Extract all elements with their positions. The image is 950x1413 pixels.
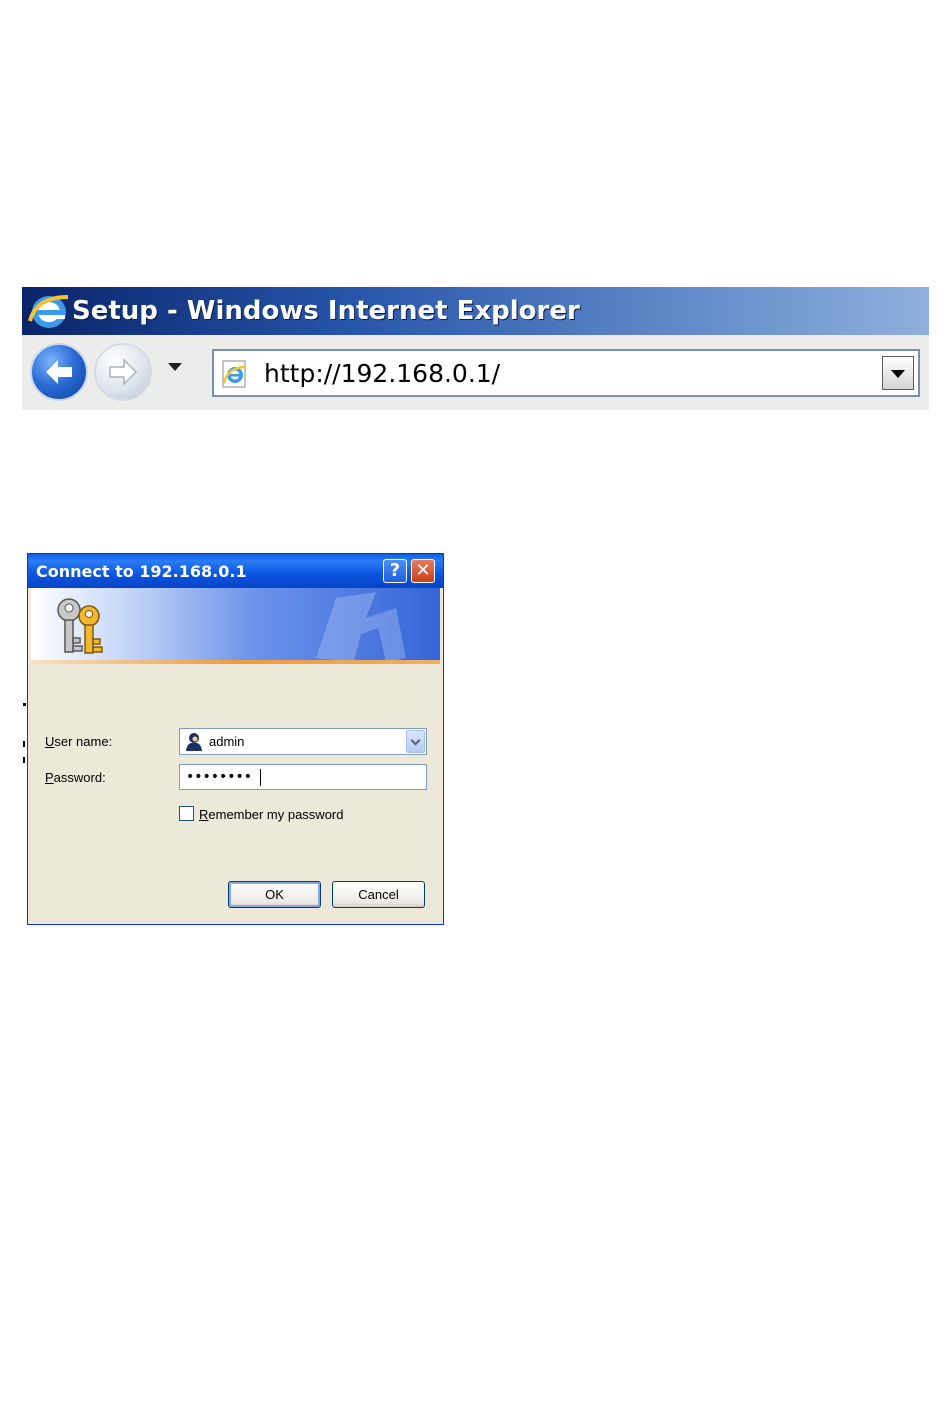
user-name-combobox[interactable]: admin [179, 728, 427, 755]
password-label-text: assword: [53, 770, 106, 785]
help-button[interactable]: ? [383, 559, 407, 583]
text-caret [260, 769, 261, 786]
back-button[interactable] [30, 343, 88, 401]
close-button[interactable]: ✕ [411, 559, 435, 583]
password-value[interactable]: •••••••• [186, 768, 252, 786]
remember-accesskey: R [199, 807, 209, 822]
browser-window: Setup - Windows Internet Explorer http:/… [22, 287, 929, 410]
remember-password-checkbox[interactable] [179, 806, 194, 821]
stray-mark [23, 757, 25, 763]
cancel-button[interactable]: Cancel [332, 881, 425, 908]
stray-mark [23, 741, 25, 747]
password-label: Password: [45, 770, 106, 785]
user-name-value[interactable]: admin [209, 734, 244, 749]
forward-arrow-icon [109, 358, 138, 386]
user-icon [185, 732, 203, 757]
forward-button[interactable] [94, 343, 152, 401]
ie-logo-icon [28, 291, 70, 335]
history-dropdown-button[interactable] [168, 363, 182, 371]
dialog-title: Connect to 192.168.0.1 [36, 562, 247, 581]
ie-page-icon [220, 359, 250, 393]
user-name-label: User name: [45, 734, 112, 749]
stray-mark [23, 703, 26, 706]
user-name-label-text: ser name: [54, 734, 113, 749]
address-bar[interactable]: http://192.168.0.1/ [212, 349, 920, 397]
navigation-bar: http://192.168.0.1/ [22, 335, 929, 410]
address-dropdown-button[interactable] [882, 356, 914, 390]
user-name-dropdown-button[interactable] [406, 730, 425, 753]
banner-stripe [31, 660, 440, 664]
remember-password-label[interactable]: Remember my password [199, 807, 344, 822]
browser-title-bar: Setup - Windows Internet Explorer [22, 287, 929, 335]
login-dialog: Connect to 192.168.0.1 ? ✕ User name: ad… [27, 553, 444, 925]
browser-title: Setup - Windows Internet Explorer [72, 296, 580, 326]
dialog-banner [31, 588, 440, 664]
user-name-accesskey: U [45, 734, 55, 749]
password-accesskey: P [45, 770, 54, 785]
back-arrow-icon [46, 360, 72, 384]
watermark-icon [306, 588, 436, 664]
password-input[interactable]: •••••••• [179, 764, 427, 790]
keys-icon [49, 594, 111, 663]
address-url[interactable]: http://192.168.0.1/ [264, 359, 500, 389]
dialog-title-bar[interactable]: Connect to 192.168.0.1 ? ✕ [28, 554, 443, 588]
remember-label-text: emember my password [208, 807, 344, 822]
ok-button[interactable]: OK [228, 881, 321, 908]
